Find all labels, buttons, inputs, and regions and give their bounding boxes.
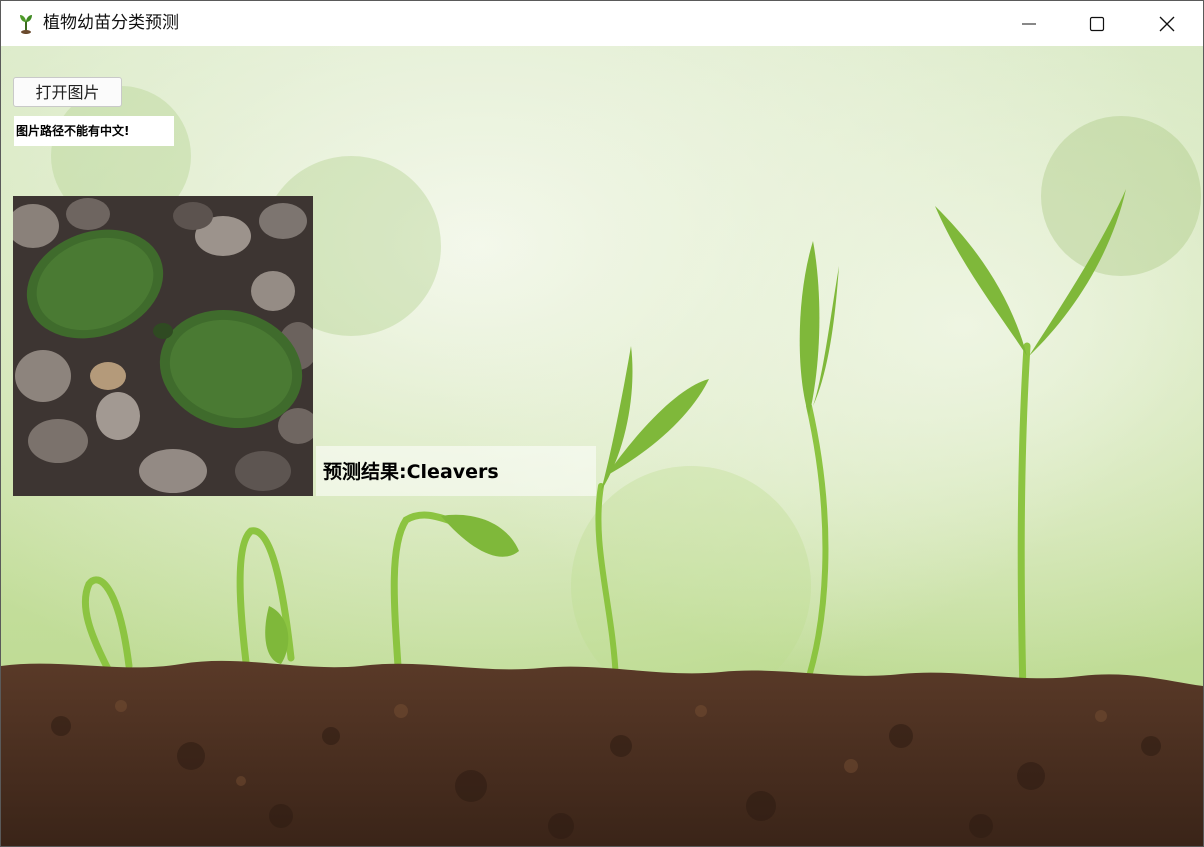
- seedling-app-icon: [20, 15, 32, 34]
- minimize-icon: [1022, 23, 1036, 24]
- close-icon: [1159, 16, 1175, 31]
- minimize-button[interactable]: [994, 1, 1064, 46]
- main-content: 打开图片 图片路径不能有中文! 预测结果:Cleavers: [1, 46, 1203, 846]
- path-warning-label: 图片路径不能有中文!: [14, 116, 174, 146]
- app-window: 植物幼苗分类预测 打开图片 图片路径不能有中文! 预测结果:Cleavers: [0, 0, 1204, 847]
- open-image-button[interactable]: 打开图片: [13, 77, 122, 107]
- maximize-button[interactable]: [1062, 1, 1132, 46]
- close-button[interactable]: [1132, 1, 1202, 46]
- prediction-result-label: 预测结果:Cleavers: [316, 446, 596, 496]
- window-title: 植物幼苗分类预测: [43, 13, 179, 33]
- maximize-icon: [1089, 16, 1105, 31]
- seedling-preview-image: [13, 196, 313, 496]
- title-bar[interactable]: 植物幼苗分类预测: [1, 1, 1203, 46]
